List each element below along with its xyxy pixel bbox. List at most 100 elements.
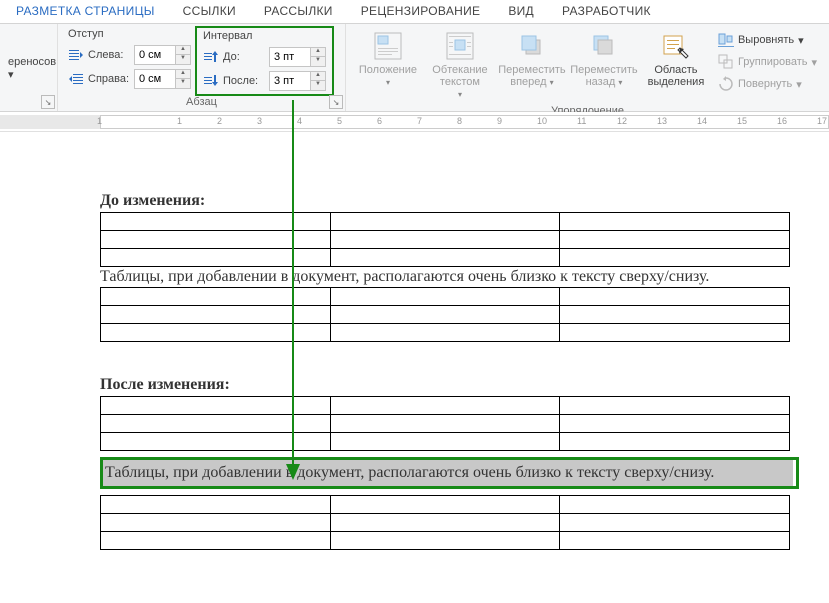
align-button[interactable]: Выровнять ▾ [718,30,817,50]
selection-pane-label: Область выделения [642,64,710,88]
page-setup-launcher-icon[interactable]: ↘ [41,95,55,109]
indent-left-icon [68,47,84,63]
ruler-tick: 12 [617,116,627,126]
spacing-after-input[interactable] [270,75,310,87]
spacing-after-icon [203,73,219,89]
wrap-text-icon [444,30,476,62]
ruler-tick: 2 [217,116,222,126]
bring-forward-button[interactable]: Переместить вперед ▾ [496,26,568,105]
spacing-header: Интервал [203,30,326,44]
tab-page-layout[interactable]: РАЗМЕТКА СТРАНИЦЫ [2,0,169,23]
ruler-tick: 11 [577,116,586,126]
table-row[interactable] [101,496,790,514]
indent-right-spinner[interactable]: ▲ ▼ [134,69,191,89]
bring-forward-label: Переместить вперед [498,64,565,88]
sample-text-after[interactable]: Таблицы, при добавлении в документ, расп… [103,460,793,486]
group-button[interactable]: Группировать ▾ [718,52,817,72]
indent-right-icon [68,71,84,87]
spacing-after-spinner[interactable]: ▲ ▼ [269,71,326,91]
ribbon-tabs: РАЗМЕТКА СТРАНИЦЫ ССЫЛКИ РАССЫЛКИ РЕЦЕНЗ… [0,0,829,24]
selection-highlight: Таблицы, при добавлении в документ, расп… [100,457,799,489]
table-row[interactable] [101,249,790,267]
table-row[interactable] [101,433,790,451]
table-after-2[interactable] [100,495,790,550]
dropdown-icon: ▾ [811,56,817,69]
group-icon [718,54,734,70]
spacing-before-label: До: [223,51,265,63]
spacing-after-up[interactable]: ▲ [311,72,325,81]
ruler-tick: 3 [257,116,262,126]
spacing-after-down[interactable]: ▼ [311,81,325,90]
tab-links[interactable]: ССЫЛКИ [169,0,250,23]
table-row[interactable] [101,532,790,550]
ruler-tick: 10 [537,116,547,126]
indent-left-input[interactable] [135,49,175,61]
dropdown-icon: ▾ [796,78,802,91]
tab-view[interactable]: ВИД [494,0,548,23]
position-icon [372,30,404,62]
indent-left-down[interactable]: ▼ [176,55,190,64]
send-backward-icon [588,30,620,62]
send-backward-label: Переместить назад [570,64,637,88]
table-row[interactable] [101,324,790,342]
spacing-before-up[interactable]: ▲ [311,48,325,57]
position-label: Положение [359,64,417,76]
rotate-label: Повернуть [738,78,792,90]
position-button[interactable]: Положение▾ [352,26,424,105]
table-row[interactable] [101,514,790,532]
tab-mailings[interactable]: РАССЫЛКИ [250,0,347,23]
spacing-before-input[interactable] [270,51,310,63]
dropdown-icon: ▾ [550,78,554,87]
dropdown-icon: ▾ [798,34,804,47]
ruler-tick: 1 [97,116,102,126]
spacing-before-down[interactable]: ▼ [311,57,325,66]
table-row[interactable] [101,397,790,415]
indent-right-input[interactable] [135,73,175,85]
dropdown-icon: ▾ [618,78,622,87]
selection-pane-icon [660,30,692,62]
ruler-tick: 4 [297,116,302,126]
table-row[interactable] [101,288,790,306]
rotate-button[interactable]: Повернуть ▾ [718,74,817,94]
indent-right-label: Справа: [88,73,130,85]
spacing-after-label: После: [223,75,265,87]
wrap-text-label: Обтекание текстом [432,64,487,88]
ruler-tick: 8 [457,116,462,126]
table-before-2[interactable] [100,287,790,342]
horizontal-ruler[interactable]: 11234567891011121314151617 [0,112,829,132]
indent-header: Отступ [68,28,191,42]
before-heading: До изменения: [100,192,799,210]
table-row[interactable] [101,231,790,249]
document-area[interactable]: До изменения: Таблицы, при добавлении в … [0,132,829,560]
table-before-1[interactable] [100,212,790,267]
indent-column: Отступ Слева: ▲ ▼ [64,26,195,96]
wrap-text-button[interactable]: Обтекание текстом▾ [424,26,496,105]
tab-developer[interactable]: РАЗРАБОТЧИК [548,0,665,23]
selection-pane-button[interactable]: Область выделения [640,26,712,105]
paragraph-launcher-icon[interactable]: ↘ [329,95,343,109]
ruler-tick: 13 [657,116,667,126]
sample-text-before[interactable]: Таблицы, при добавлении в документ, расп… [100,267,790,287]
indent-right-down[interactable]: ▼ [176,79,190,88]
table-row[interactable] [101,213,790,231]
ribbon: ереносов ▾ ↘ Отступ Слева: ▲ ▼ [0,24,829,112]
spacing-before-spinner[interactable]: ▲ ▼ [269,47,326,67]
paragraph-group-label: Абзац [64,96,339,110]
tab-review[interactable]: РЕЦЕНЗИРОВАНИЕ [347,0,495,23]
align-icon [718,32,734,48]
ruler-tick: 7 [417,116,422,126]
table-row[interactable] [101,415,790,433]
spacing-before-icon [203,49,219,65]
indent-left-spinner[interactable]: ▲ ▼ [134,45,191,65]
hyphenation-button[interactable]: ереносов ▾ [6,26,51,81]
after-heading: После изменения: [100,376,799,394]
send-backward-button[interactable]: Переместить назад ▾ [568,26,640,105]
spacing-column: Интервал До: ▲ ▼ [195,26,334,96]
rotate-icon [718,76,734,92]
table-row[interactable] [101,306,790,324]
bring-forward-icon [516,30,548,62]
indent-right-up[interactable]: ▲ [176,70,190,79]
table-after-1[interactable] [100,396,790,451]
align-label: Выровнять [738,34,794,46]
indent-left-up[interactable]: ▲ [176,46,190,55]
